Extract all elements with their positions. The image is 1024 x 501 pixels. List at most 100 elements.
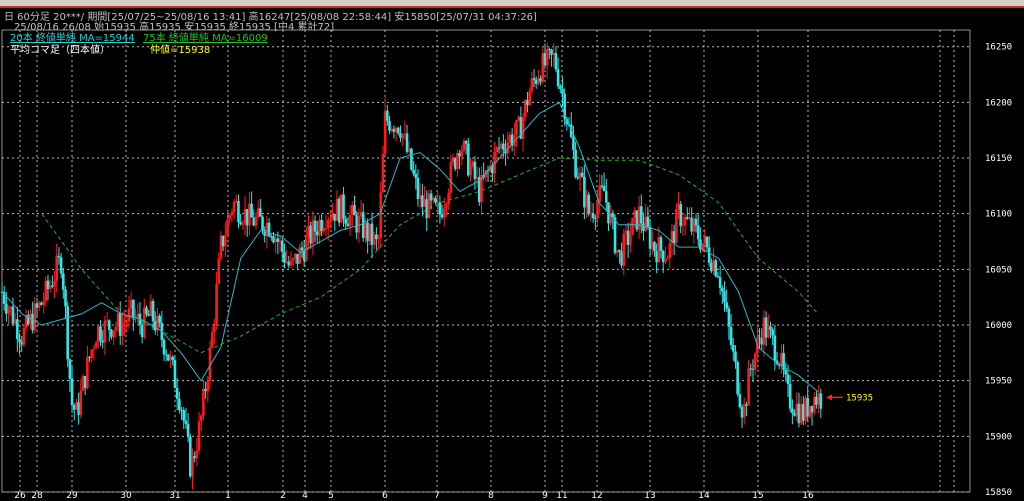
y-tick-label: 15900 <box>985 432 1012 442</box>
candle-body <box>771 329 774 336</box>
candle-body <box>502 143 505 150</box>
candle-body <box>545 49 549 66</box>
candle-body <box>94 342 98 349</box>
price-arrow-head <box>826 394 832 401</box>
candle-body <box>758 337 761 339</box>
x-tick-label: 14 <box>698 491 710 501</box>
candle-body <box>324 227 328 229</box>
candle-body <box>734 351 737 362</box>
candle-body <box>629 234 632 245</box>
candle-body <box>191 456 194 477</box>
candle-body <box>554 53 558 70</box>
candle-body <box>348 214 352 227</box>
candle-body <box>447 192 450 205</box>
candle-body <box>664 258 667 262</box>
candle-body <box>438 202 442 215</box>
candle-body <box>59 257 63 274</box>
candle-body <box>681 225 685 227</box>
x-tick-label: 28 <box>31 491 43 501</box>
candle-body <box>379 192 383 238</box>
candle-body <box>313 220 317 232</box>
ma20-line <box>1 101 819 393</box>
candle-body <box>736 361 739 395</box>
candle-body <box>769 326 772 330</box>
candle-body <box>580 172 584 177</box>
candle-body <box>326 219 330 228</box>
y-tick-label: 16000 <box>985 321 1012 331</box>
candle-body <box>705 236 709 248</box>
candle-body <box>460 150 464 157</box>
candle-body <box>707 247 711 263</box>
y-axis: 15850 15900 15950 16000 16050 16100 16150 16200… <box>985 43 1012 498</box>
candle-body <box>53 280 56 287</box>
candle-body <box>718 277 722 288</box>
candle-body <box>79 390 83 416</box>
x-tick-label: 26 <box>14 491 26 501</box>
y-tick-label: 16200 <box>985 98 1012 108</box>
candle-body <box>784 369 788 375</box>
candle-body <box>18 338 21 342</box>
candle-body <box>237 201 240 223</box>
candle-body <box>195 450 199 459</box>
candle-body <box>42 301 45 305</box>
candle-body <box>178 398 181 410</box>
candle-body <box>107 320 111 330</box>
candle-body <box>250 203 253 218</box>
candle-body <box>259 208 262 217</box>
candle-body <box>289 260 293 266</box>
candle-body <box>125 321 129 323</box>
candle-body <box>464 141 468 144</box>
candle-body <box>66 306 69 360</box>
candle-body <box>631 217 634 235</box>
grid <box>2 30 970 493</box>
candle-body <box>714 260 718 277</box>
y-tick-label: 16250 <box>985 43 1012 53</box>
candle-body <box>280 240 284 252</box>
chart-frame <box>1 29 971 493</box>
candle-body <box>175 387 179 399</box>
candle-body <box>162 339 166 355</box>
candle-body <box>753 353 757 370</box>
candle-body <box>653 242 656 252</box>
y-tick-label: 15950 <box>985 377 1012 387</box>
candle-body <box>123 322 126 324</box>
x-tick-label: 16 <box>802 491 814 501</box>
candle-body <box>434 197 437 203</box>
candle-body <box>291 258 295 261</box>
candle-body <box>731 345 735 352</box>
candle-body <box>412 169 415 174</box>
y-tick-label: 16050 <box>985 265 1012 275</box>
candle-body <box>675 209 678 244</box>
price-tag-group: 15935 <box>826 393 873 403</box>
x-tick-label: 8 <box>488 491 494 501</box>
candle-body <box>197 421 201 451</box>
y-tick-label: 15850 <box>985 488 1012 498</box>
candle-body <box>532 78 536 80</box>
candle-body <box>90 349 94 359</box>
candle-body <box>668 243 672 259</box>
candle-body <box>521 117 525 139</box>
x-tick-label: 6 <box>382 491 388 501</box>
candle-body <box>344 218 348 224</box>
candle-body <box>556 69 560 87</box>
candle-body <box>401 134 404 138</box>
candle-body <box>640 206 643 224</box>
candle-body <box>70 378 74 406</box>
candle-body <box>199 415 203 422</box>
candle-body <box>357 216 361 233</box>
candle-body <box>173 360 177 388</box>
y-tick-label: 16100 <box>985 210 1012 220</box>
candle-body <box>659 237 663 251</box>
candle-body <box>445 204 448 209</box>
x-tick-label: 7 <box>434 491 440 501</box>
candle-body <box>622 233 626 266</box>
candle-body <box>646 216 650 227</box>
candle-body <box>727 308 731 327</box>
candle-body <box>57 255 61 258</box>
candle-body <box>329 219 332 221</box>
candle-body <box>716 276 720 278</box>
x-tick-label: 2 <box>280 491 286 501</box>
candle-body <box>217 258 221 284</box>
candle-body <box>679 204 683 227</box>
candle-body <box>723 291 726 303</box>
